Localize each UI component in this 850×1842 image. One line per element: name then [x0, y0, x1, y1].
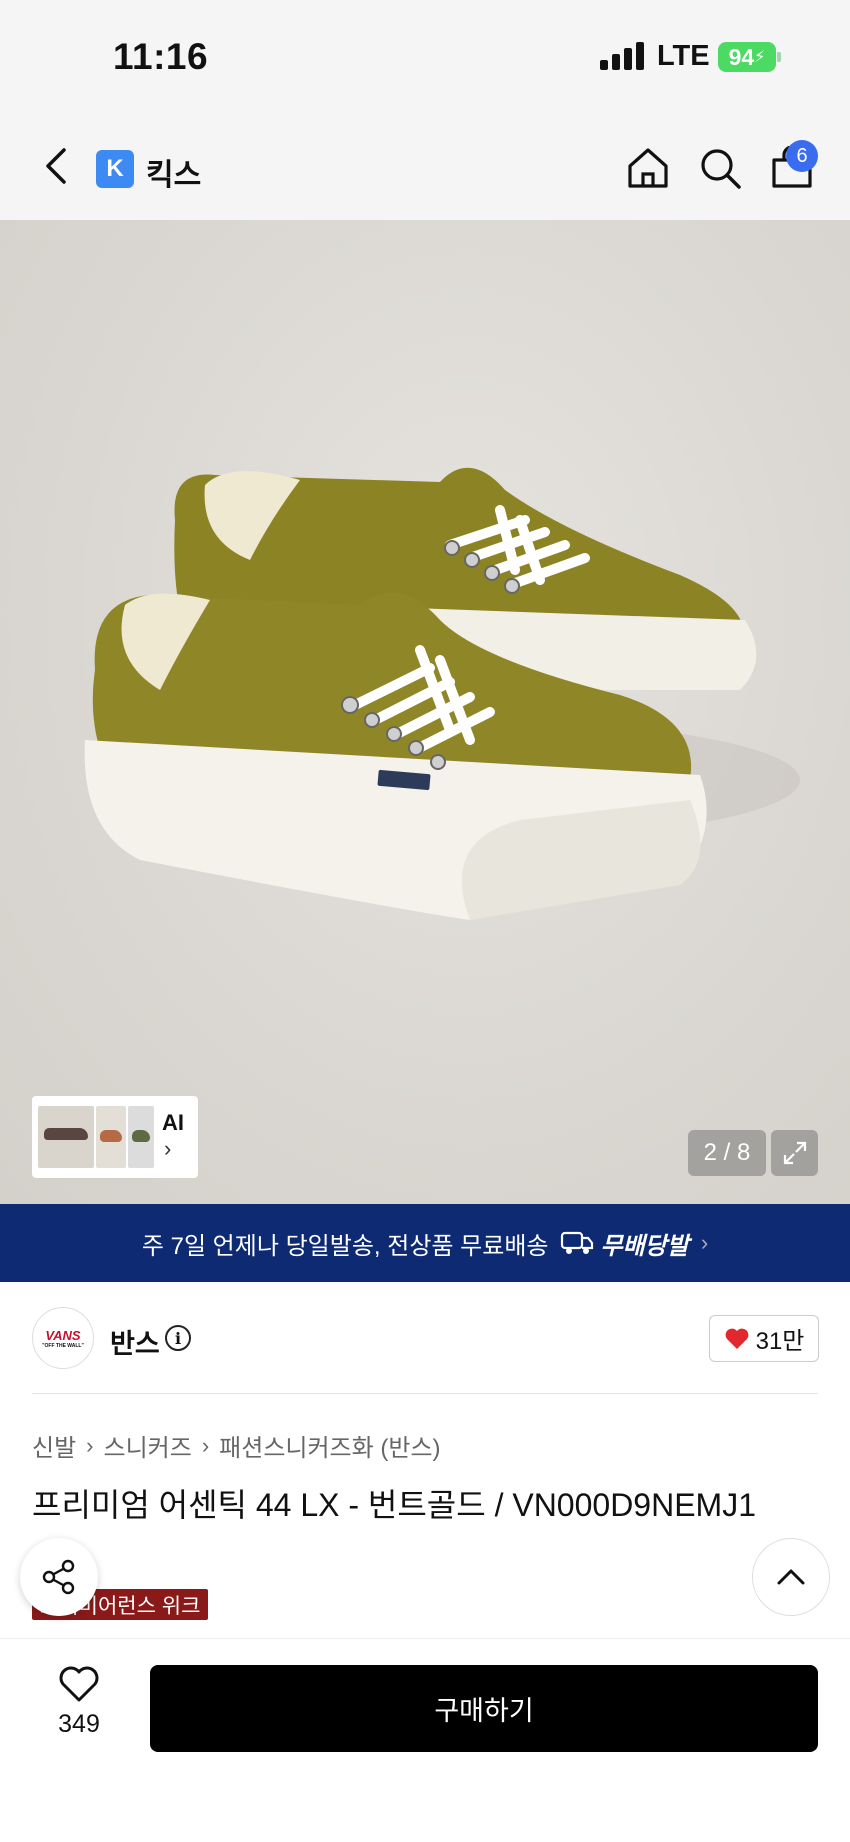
breadcrumb-item[interactable]: 패션스니커즈화 (반스) — [219, 1428, 440, 1463]
breadcrumb-item[interactable]: 신발 — [32, 1428, 76, 1463]
bottom-action-bar: 349 구매하기 — [0, 1638, 850, 1842]
network-label: LTE — [657, 40, 710, 72]
status-time: 11:16 — [113, 36, 209, 77]
chevron-right-icon: › — [164, 1136, 172, 1161]
expand-icon — [783, 1141, 806, 1165]
sneaker-illustration — [84, 467, 800, 920]
buy-button[interactable]: 구매하기 — [150, 1665, 818, 1752]
store-logo[interactable]: K — [96, 150, 134, 188]
chevron-right-icon: › — [201, 1432, 210, 1458]
battery-icon: 94 ⚡ — [718, 42, 776, 72]
banner-text: 주 7일 언제나 당일발송, 전상품 무료배송 — [141, 1232, 549, 1260]
chevron-right-icon: › — [86, 1432, 94, 1458]
breadcrumb: 신발 › 스니커즈 › 패션스니커즈화 (반스) — [32, 1428, 441, 1463]
back-icon[interactable] — [40, 146, 74, 186]
battery-cap — [777, 52, 781, 62]
brand-logo-slogan: "OFF THE WALL" — [42, 1342, 84, 1349]
image-counter: 2 / 8 — [688, 1130, 766, 1176]
truck-icon — [561, 1231, 594, 1254]
chevron-right-icon: › — [700, 1230, 709, 1255]
brand-logo[interactable]: VANS "OFF THE WALL" — [32, 1307, 94, 1369]
brand-name[interactable]: 반스 — [110, 1322, 160, 1361]
shipping-banner[interactable]: 주 7일 언제나 당일발송, 전상품 무료배송 무배당발 › — [0, 1204, 850, 1282]
share-icon — [42, 1559, 75, 1595]
search-icon[interactable] — [698, 146, 742, 190]
cart-count-badge: 6 — [786, 140, 818, 172]
status-bar: 11:16 LTE 94 ⚡ — [0, 0, 850, 110]
free-shipping-service: 무배당발 — [560, 1226, 689, 1261]
heart-filled-icon — [725, 1328, 749, 1349]
fullscreen-button[interactable] — [771, 1130, 818, 1176]
wishlist-count: 349 — [58, 1710, 100, 1738]
chevron-up-icon — [777, 1569, 805, 1585]
service-name: 무배당발 — [600, 1232, 689, 1260]
brand-logo-text: VANS — [45, 1327, 81, 1343]
thumbnail-2[interactable] — [96, 1106, 126, 1168]
info-icon[interactable]: i — [165, 1325, 191, 1351]
brand-like-button[interactable]: 31만 — [709, 1315, 819, 1362]
signal-icon — [600, 42, 644, 70]
share-button[interactable] — [20, 1538, 98, 1616]
breadcrumb-item[interactable]: 스니커즈 — [104, 1428, 192, 1463]
brand-like-count: 31만 — [755, 1328, 805, 1355]
home-icon[interactable] — [626, 146, 670, 190]
store-name[interactable]: 킥스 — [146, 150, 201, 194]
divider — [32, 1393, 818, 1394]
app-header: K 킥스 6 — [0, 110, 850, 220]
battery-level: 94 — [728, 43, 755, 70]
wishlist-button[interactable]: 349 — [42, 1665, 116, 1739]
ai-label: AI — [162, 1110, 184, 1135]
product-title: 프리미엄 어센틱 44 LX - 번트골드 / VN000D9NEMJ1 — [32, 1487, 757, 1523]
thumbnail-1[interactable] — [38, 1106, 94, 1168]
heart-outline-icon — [59, 1666, 99, 1702]
ai-thumbnail-strip[interactable]: AI › — [32, 1096, 198, 1178]
thumbnail-3[interactable] — [128, 1106, 154, 1168]
product-image[interactable]: AI › 2 / 8 — [0, 220, 850, 1204]
scroll-top-button[interactable] — [752, 1538, 830, 1616]
